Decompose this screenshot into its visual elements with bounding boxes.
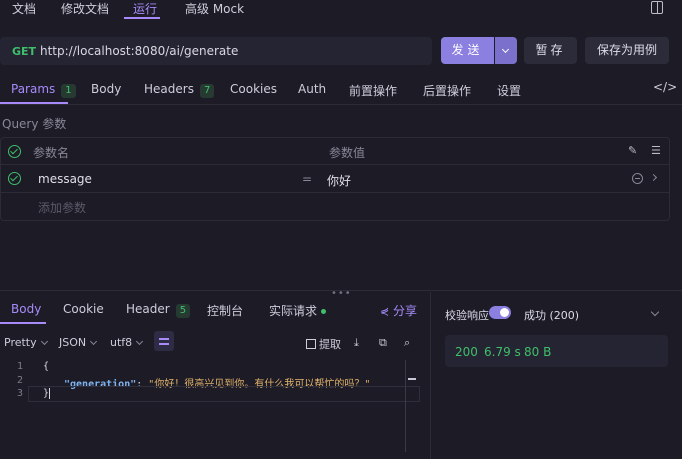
chevron-down-icon xyxy=(136,337,144,346)
validate-response-label: 校验响应 xyxy=(445,309,489,322)
chevron-down-icon[interactable] xyxy=(650,307,660,317)
tab-pre-processors[interactable]: 前置操作 xyxy=(349,82,397,99)
bulk-edit-icon[interactable]: ✎ xyxy=(628,144,637,157)
tab-docs[interactable]: 文档 xyxy=(12,0,36,18)
params-count-badge: 1 xyxy=(61,84,76,98)
current-line-highlight xyxy=(28,386,420,402)
send-dropdown-button[interactable] xyxy=(495,37,517,64)
share-icon: ⋞ xyxy=(380,305,390,318)
tab-params-label: Params xyxy=(11,82,56,96)
layout-toggle-icon[interactable] xyxy=(651,1,663,14)
send-button[interactable]: 发送 xyxy=(441,37,494,64)
response-stats-box xyxy=(445,335,668,367)
status-label: 成功 (200) xyxy=(524,309,580,322)
select-all-checkbox[interactable] xyxy=(8,145,21,158)
chevron-down-icon xyxy=(90,337,98,346)
minimap-marker xyxy=(408,378,416,380)
tab-response-cookie[interactable]: Cookie xyxy=(63,302,104,316)
response-header-count-badge: 5 xyxy=(175,304,191,318)
tab-actual-request[interactable]: 实际请求 xyxy=(269,302,327,319)
editor-scrollbar[interactable] xyxy=(405,360,406,452)
format-select-value: Pretty xyxy=(4,336,37,349)
wrap-lines-button[interactable] xyxy=(154,331,174,351)
list-settings-icon[interactable]: ☰ xyxy=(651,144,661,157)
tab-cookies[interactable]: Cookies xyxy=(230,82,277,96)
encoding-select[interactable]: utf8 xyxy=(110,336,144,349)
query-params-title: Query 参数 xyxy=(2,117,67,131)
tab-headers-label: Headers xyxy=(144,82,194,96)
tab-response-body[interactable]: Body xyxy=(11,302,41,316)
tab-settings[interactable]: 设置 xyxy=(497,82,521,99)
json-open-brace: { xyxy=(43,361,50,372)
line-number: 1 xyxy=(17,361,24,372)
tab-run[interactable]: 运行 xyxy=(133,0,157,18)
resize-handle[interactable]: ••• xyxy=(331,288,352,299)
tab-console[interactable]: 控制台 xyxy=(207,302,243,319)
param-name-cell[interactable]: message xyxy=(38,172,92,186)
extract-button[interactable]: 提取 xyxy=(306,336,341,352)
save-button[interactable]: 暂存 xyxy=(524,37,577,64)
extract-label: 提取 xyxy=(319,338,341,351)
response-body-editor[interactable]: 1 2 3 { "generation": "你好！很高兴见到你。有什么我可以帮… xyxy=(0,356,420,459)
extract-icon xyxy=(306,339,316,349)
share-label: 分享 xyxy=(393,304,418,318)
response-time: 6.79 s xyxy=(484,345,521,359)
encoding-select-value: utf8 xyxy=(110,336,133,349)
copy-icon[interactable]: ⧉ xyxy=(379,336,387,350)
param-equals: = xyxy=(302,172,313,186)
format-select[interactable]: Pretty xyxy=(4,336,48,349)
active-tab-indicator xyxy=(124,17,160,19)
param-name-header: 参数名 xyxy=(33,146,70,160)
tab-params[interactable]: Params 1 xyxy=(11,82,76,98)
tab-actual-request-label: 实际请求 xyxy=(269,304,318,318)
url-input[interactable]: http://localhost:8080/ai/generate xyxy=(40,44,238,58)
type-select[interactable]: JSON xyxy=(59,336,98,349)
add-param-input[interactable]: 添加参数 xyxy=(38,199,86,216)
validate-response-toggle[interactable] xyxy=(489,306,511,319)
search-icon[interactable]: ⌕ xyxy=(404,336,410,350)
download-icon[interactable]: ⤓ xyxy=(354,336,359,350)
tab-auth[interactable]: Auth xyxy=(298,82,326,96)
param-enabled-checkbox[interactable] xyxy=(8,172,21,185)
tab-response-header-label: Header xyxy=(126,302,170,316)
line-number: 3 xyxy=(17,388,24,399)
save-as-case-button[interactable]: 保存为用例 xyxy=(585,37,669,64)
row-divider xyxy=(1,192,669,193)
tab-advanced-mock[interactable]: 高级 Mock xyxy=(185,0,244,18)
chevron-down-icon xyxy=(40,337,48,346)
vertical-divider xyxy=(430,292,431,459)
tab-edit-docs[interactable]: 修改文档 xyxy=(61,0,109,18)
param-value-header: 参数值 xyxy=(329,146,366,160)
response-tab-indicator xyxy=(0,322,46,324)
tab-post-processors[interactable]: 后置操作 xyxy=(423,82,471,99)
status-code: 200 xyxy=(455,345,478,359)
line-gutter: 1 2 3 xyxy=(0,356,28,459)
param-value-cell[interactable]: 你好 xyxy=(327,172,351,189)
tab-response-header[interactable]: Header 5 xyxy=(126,302,191,318)
status-dot xyxy=(321,309,327,314)
type-select-value: JSON xyxy=(59,336,87,349)
method-selector[interactable]: GET xyxy=(12,45,36,58)
headers-count-badge: 7 xyxy=(199,84,215,98)
row-divider xyxy=(1,164,669,165)
line-number: 2 xyxy=(17,375,24,386)
response-size: 80 B xyxy=(524,345,552,359)
tab-body[interactable]: Body xyxy=(91,82,121,96)
tab-headers[interactable]: Headers 7 xyxy=(144,82,215,98)
tabs-divider xyxy=(0,104,682,105)
share-button[interactable]: ⋞ 分享 xyxy=(380,302,417,319)
remove-param-icon[interactable] xyxy=(632,173,643,184)
code-icon[interactable]: </> xyxy=(653,80,677,94)
